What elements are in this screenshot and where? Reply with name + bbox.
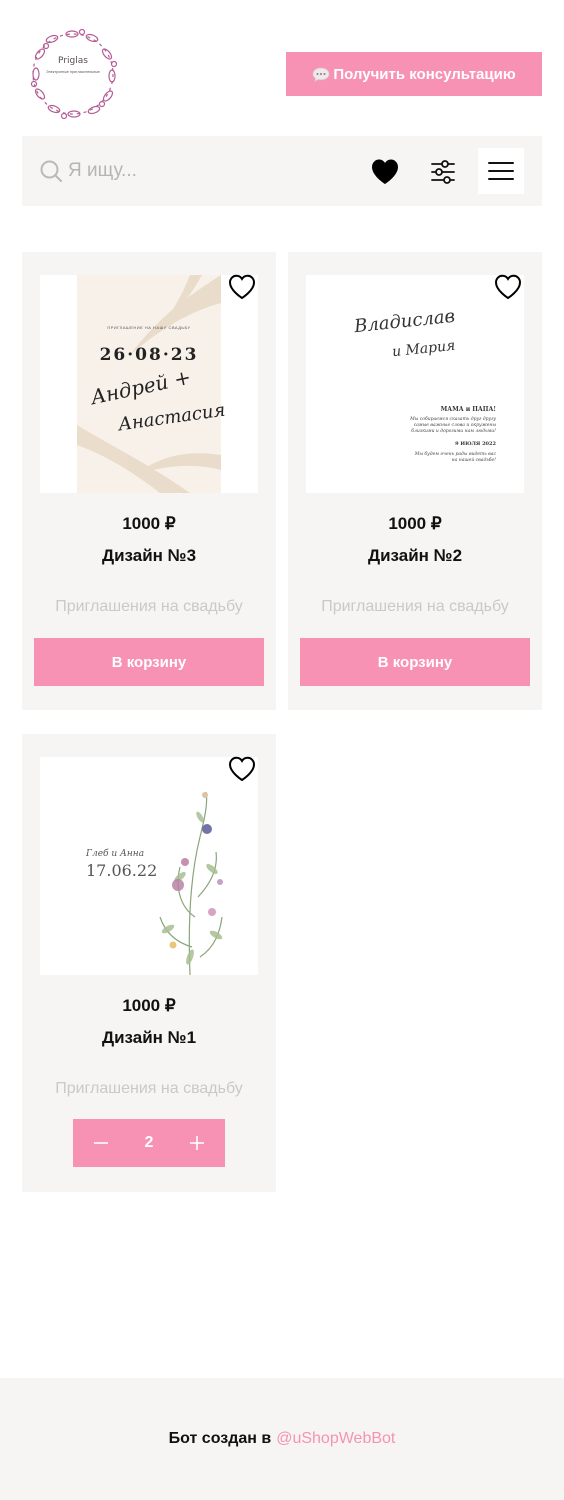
product-price: 1000 ₽ — [122, 996, 176, 1015]
footer-text: Бот создан в — [168, 1430, 272, 1447]
heart-outline-icon[interactable] — [228, 274, 256, 300]
logo-text: Priglas — [58, 56, 88, 66]
product-name[interactable]: Дизайн №2 — [288, 546, 542, 566]
consultation-button-label: Получить консультацию — [333, 65, 516, 83]
add-to-cart-button[interactable]: В корзину — [300, 638, 530, 686]
product-image[interactable]: ПРИГЛАШЕНИЕ НА НАШУ СВАДЬБУ 26·08·23 Анд… — [40, 275, 258, 493]
footer-bot-link[interactable]: @uShopWebBot — [276, 1430, 395, 1448]
invitation-date: 17.06.22 — [86, 861, 158, 880]
invitation-names: Глеб и Анна — [86, 849, 145, 859]
product-card[interactable]: ПРИГЛАШЕНИЕ НА НАШУ СВАДЬБУ 26·08·23 Анд… — [22, 252, 276, 710]
decrease-quantity-button[interactable] — [91, 1133, 111, 1153]
header: Priglas Электронные пригласительные Полу… — [0, 0, 564, 136]
product-card[interactable]: Владислав и Мария МАМА и ПАПА! Мы собира… — [288, 252, 542, 710]
product-price: 1000 ₽ — [388, 514, 442, 533]
invitation-heading: МАМА и ПАПА! — [440, 406, 496, 413]
invitation-date: 26·08·23 — [99, 345, 199, 365]
search-input[interactable] — [68, 156, 348, 186]
quantity-value: 2 — [144, 1134, 154, 1151]
heart-icon[interactable] — [370, 158, 400, 186]
hamburger-menu-icon — [488, 162, 514, 180]
floral-wreath-icon — [30, 28, 118, 120]
footer: Бот создан в @uShopWebBot — [0, 1378, 564, 1500]
hamburger-menu-button[interactable] — [478, 148, 524, 194]
invitation-body: Мы собираемся сказать друг другу самые в… — [346, 417, 496, 435]
invitation-footer-text: Мы будем очень рады видеть вас на нашей … — [346, 452, 496, 464]
product-category: Приглашения на свадьбу — [321, 598, 509, 615]
invitation-line: близкими и дорогими нам людьми! — [411, 429, 496, 434]
increase-quantity-button[interactable] — [187, 1133, 207, 1153]
invitation-names-2: и Мария — [391, 337, 457, 361]
search-icon[interactable] — [40, 160, 62, 182]
chat-bubble-icon — [312, 67, 330, 82]
minus-icon — [94, 1142, 108, 1144]
logo-subtext: Электронные пригласительные — [46, 70, 100, 74]
product-name[interactable]: Дизайн №1 — [22, 1028, 276, 1048]
product-name[interactable]: Дизайн №3 — [22, 546, 276, 566]
invitation-date: 9 ИЮЛЯ 2022 — [455, 441, 496, 447]
product-image[interactable]: Владислав и Мария МАМА и ПАПА! Мы собира… — [306, 275, 524, 493]
product-image[interactable]: Глеб и Анна 17.06.22 — [40, 757, 258, 975]
product-card[interactable]: Глеб и Анна 17.06.22 1000 ₽ Дизайн №1 Пр… — [22, 734, 276, 1192]
invitation-top-text: ПРИГЛАШЕНИЕ НА НАШУ СВАДЬБУ — [107, 325, 191, 330]
heart-outline-icon[interactable] — [494, 274, 522, 300]
product-category: Приглашения на свадьбу — [55, 598, 243, 615]
logo[interactable]: Priglas Электронные пригласительные — [22, 24, 124, 124]
invitation-line: на нашей свадьбе! — [451, 458, 496, 463]
plus-icon — [190, 1136, 204, 1150]
product-category: Приглашения на свадьбу — [55, 1080, 243, 1097]
invitation-names-1: Владислав — [353, 305, 456, 338]
quantity-stepper: 2 — [73, 1119, 225, 1167]
heart-outline-icon[interactable] — [228, 756, 256, 782]
filter-sliders-icon[interactable] — [430, 158, 456, 186]
search-bar — [22, 136, 542, 206]
add-to-cart-button[interactable]: В корзину — [34, 638, 264, 686]
consultation-button[interactable]: Получить консультацию — [286, 52, 542, 96]
product-price: 1000 ₽ — [122, 514, 176, 533]
